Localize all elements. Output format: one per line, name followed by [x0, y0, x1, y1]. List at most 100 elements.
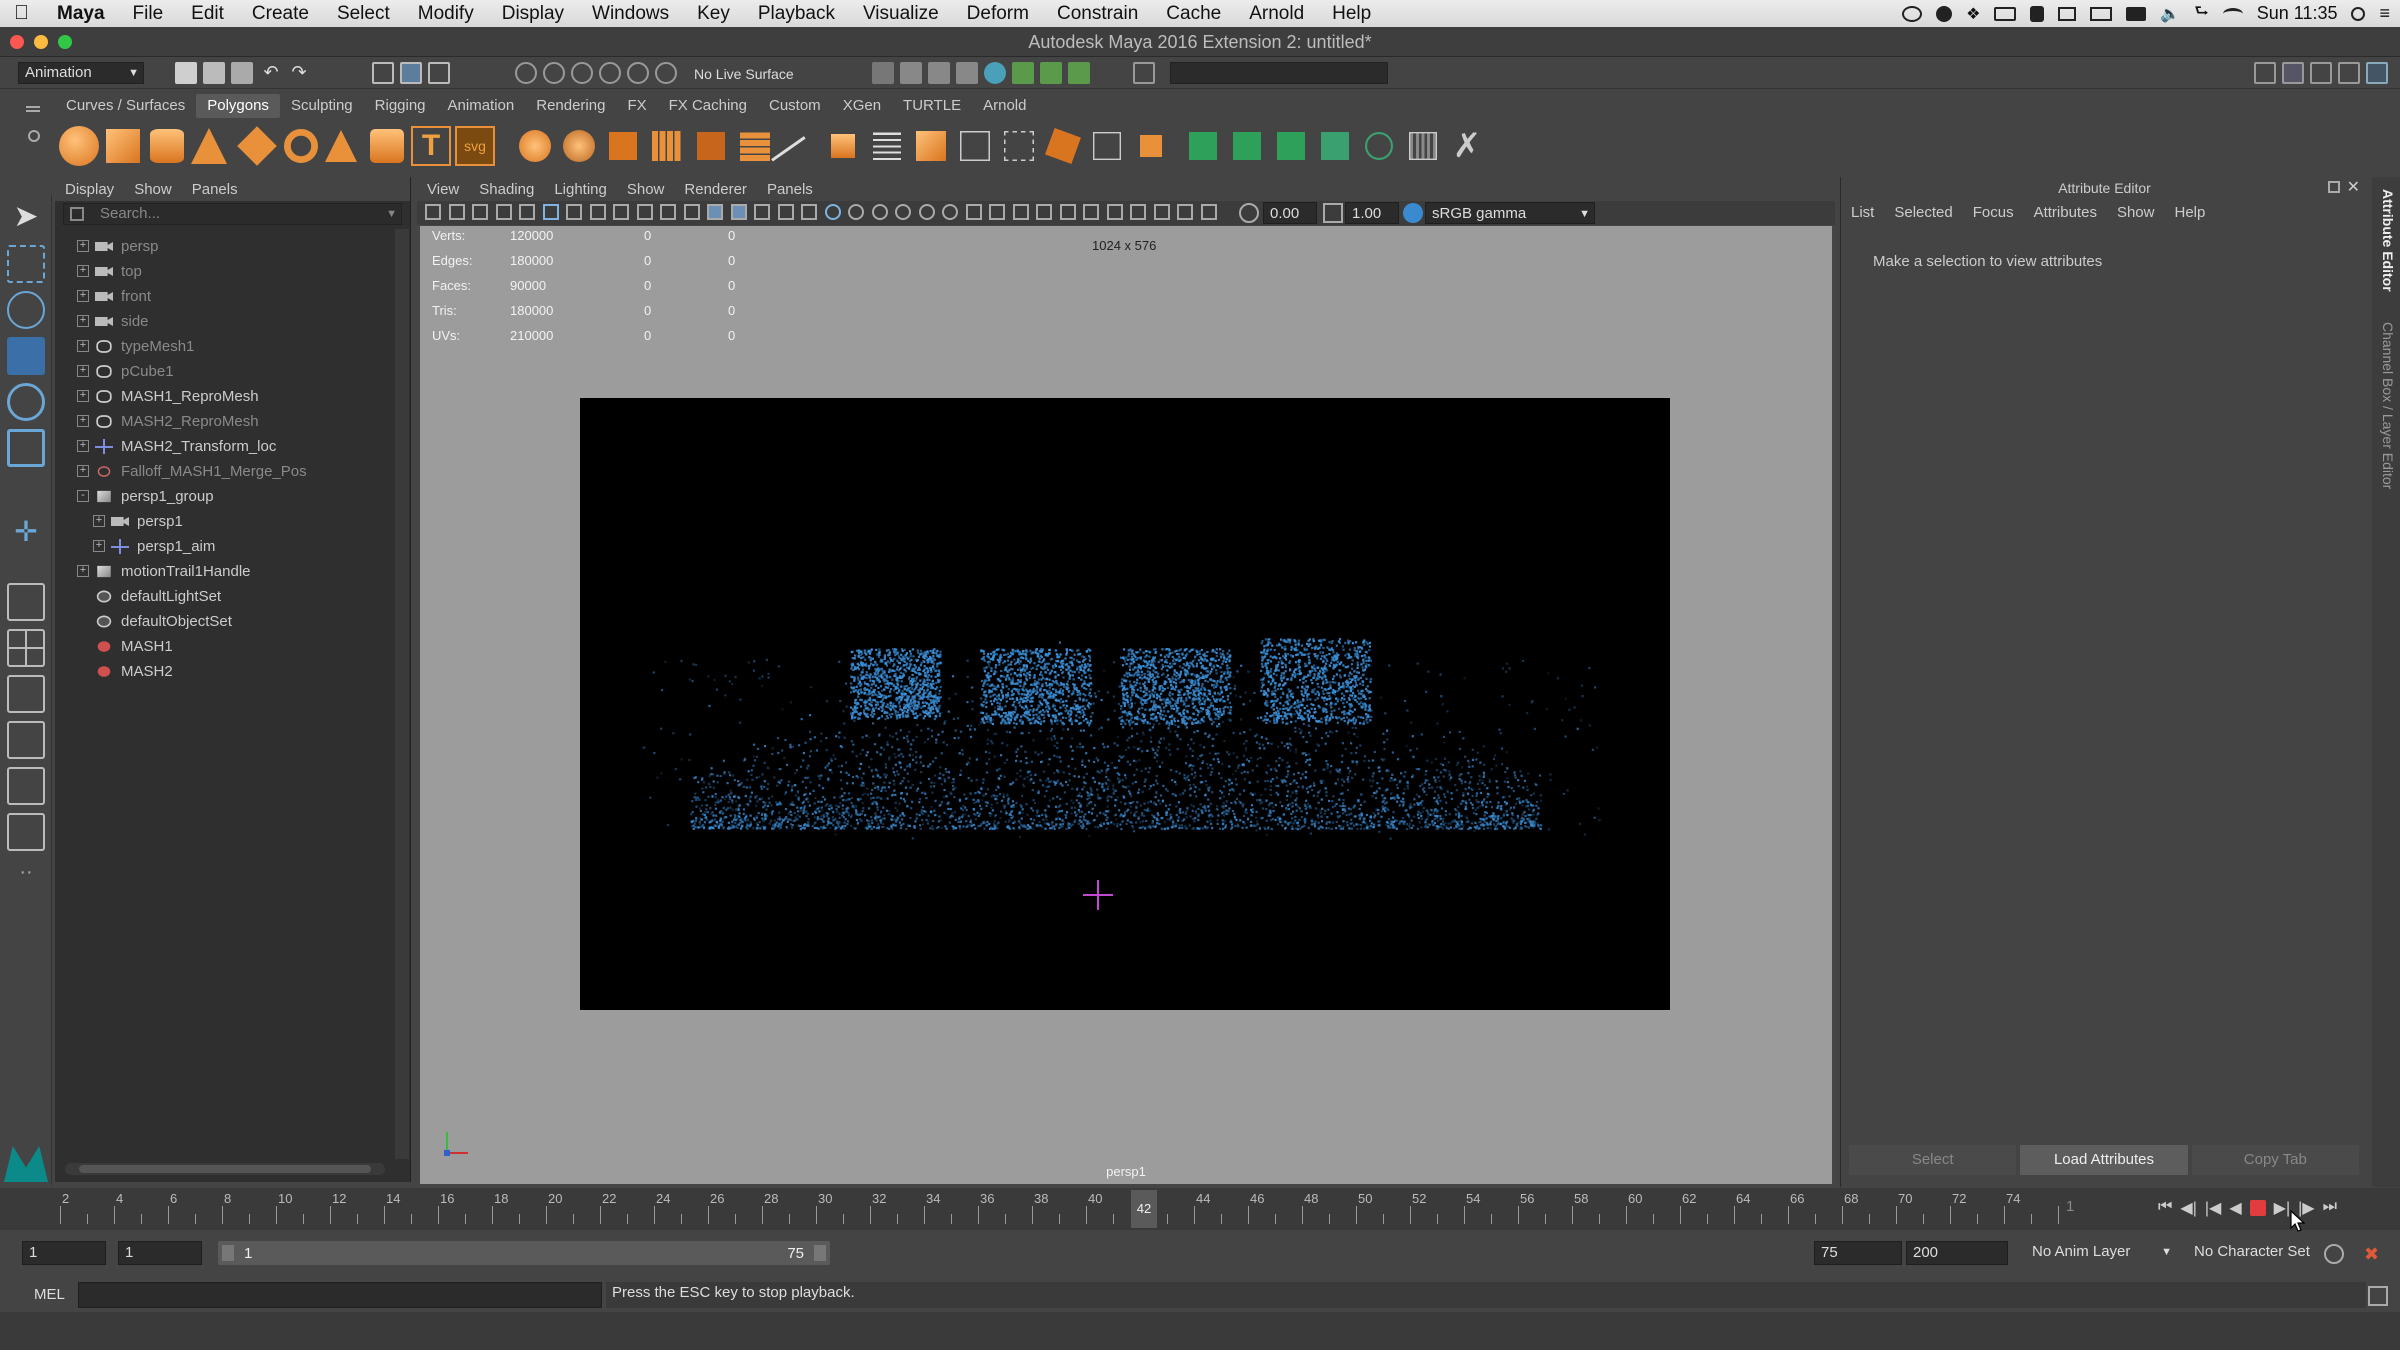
moon-icon[interactable] [1936, 5, 1953, 22]
viewport-tool-icon[interactable] [1200, 204, 1217, 220]
move-tool-icon[interactable] [7, 337, 45, 375]
expand-icon[interactable]: + [93, 515, 105, 527]
poly-cylinder-icon[interactable] [150, 129, 184, 163]
snap-view-icon[interactable] [599, 62, 621, 84]
render-settings-icon[interactable] [956, 62, 978, 84]
side-pane-icon[interactable] [7, 675, 45, 713]
display-icon[interactable] [2090, 6, 2113, 21]
shelf-tab-rigging[interactable]: Rigging [364, 94, 437, 118]
insert-loop-icon[interactable] [960, 131, 990, 161]
four-pane-icon[interactable] [7, 629, 45, 667]
open-scene-icon[interactable] [203, 62, 225, 84]
menu-constrain[interactable]: Constrain [1043, 3, 1152, 25]
poly-cube-icon[interactable] [106, 129, 140, 163]
poly-type-icon[interactable]: T [411, 126, 451, 166]
single-pane-icon[interactable] [7, 583, 45, 621]
outliner-item[interactable]: + persp1 [55, 509, 395, 534]
menu-arnold[interactable]: Arnold [1235, 3, 1318, 25]
shelf-tab-curves[interactable]: Curves / Surfaces [55, 94, 196, 118]
outliner-search-input[interactable]: Search... ▼ [63, 203, 402, 225]
expand-icon[interactable]: + [77, 265, 89, 277]
close-window-button[interactable] [10, 35, 24, 49]
outliner-item[interactable]: + MASH2_ReproMesh [55, 409, 395, 434]
shelf-tab-arnold[interactable]: Arnold [972, 94, 1037, 118]
outliner-item[interactable]: + persp1_aim [55, 534, 395, 559]
menu-playback[interactable]: Playback [744, 3, 849, 25]
poly-svg-icon[interactable]: svg [455, 126, 495, 166]
notification-icon[interactable]: ≡ [2379, 3, 2390, 24]
menu-visualize[interactable]: Visualize [849, 3, 953, 25]
expand-icon[interactable]: + [77, 340, 89, 352]
mirror-icon[interactable] [740, 131, 770, 161]
viewport-tool-icon[interactable] [918, 204, 935, 220]
uv-layout-icon[interactable] [1409, 132, 1437, 160]
viewport-tool-icon[interactable] [495, 204, 512, 220]
uv-unfold-icon[interactable] [1365, 132, 1393, 160]
snap-grid-icon[interactable] [515, 62, 537, 84]
expand-icon[interactable]: + [77, 290, 89, 302]
expand-icon[interactable]: + [77, 240, 89, 252]
viewport-tool-icon[interactable] [989, 204, 1005, 220]
zoom-window-button[interactable] [58, 35, 72, 49]
poly-torus-icon[interactable] [284, 129, 318, 163]
shelf-menu-icon[interactable] [26, 106, 40, 112]
viewport-menu-shading[interactable]: Shading [469, 181, 544, 198]
render-frame-icon[interactable] [900, 62, 922, 84]
expand-icon[interactable]: + [77, 465, 89, 477]
select-tool-icon[interactable]: ➤ [7, 199, 45, 237]
outliner-hscroll-thumb[interactable] [79, 1165, 371, 1173]
scale-tool-icon[interactable] [7, 429, 45, 467]
poly-cone-icon[interactable] [191, 128, 227, 164]
merge-icon[interactable] [1140, 135, 1162, 157]
menu-windows[interactable]: Windows [578, 3, 683, 25]
poly-plane-icon[interactable] [237, 126, 277, 166]
menu-create[interactable]: Create [238, 3, 323, 25]
uv-auto-icon[interactable] [1321, 132, 1349, 160]
viewport-tool-icon[interactable] [589, 204, 606, 220]
shelf-tab-fx-caching[interactable]: FX Caching [658, 94, 758, 118]
quick-field[interactable] [1170, 62, 1388, 84]
outliner-item[interactable]: + pCube1 [55, 359, 395, 384]
viewport-tool-icon[interactable] [871, 204, 888, 220]
poly-pipe-icon[interactable] [370, 129, 404, 163]
rotate-tool-icon[interactable] [7, 383, 45, 421]
outliner-item[interactable]: MASH1 [55, 634, 395, 659]
arnold-ipr-icon[interactable] [1040, 62, 1062, 84]
live-surface-label[interactable]: No Live Surface [694, 66, 794, 82]
snap-point-icon[interactable] [571, 62, 593, 84]
viewport-tool-icon[interactable] [1083, 204, 1099, 220]
hypershade-icon[interactable] [984, 62, 1006, 84]
viewport-tool-icon[interactable] [1012, 204, 1029, 220]
outliner-menu-show[interactable]: Show [124, 181, 182, 198]
dropbox-icon[interactable]: ❖ [1966, 4, 1980, 24]
viewport-tool-icon[interactable] [895, 204, 911, 220]
color-space-dropdown[interactable]: sRGB gamma ▼ [1425, 202, 1595, 224]
viewport-tool-icon[interactable] [824, 204, 841, 220]
exposure-icon[interactable] [1239, 203, 1259, 223]
wifi-icon[interactable] [2222, 7, 2243, 20]
outliner-item[interactable]: + MASH1_ReproMesh [55, 384, 395, 409]
viewport-menu-view[interactable]: View [417, 181, 469, 198]
outliner-item[interactable]: + side [55, 309, 395, 334]
viewport-tool-icon[interactable] [942, 204, 958, 220]
creative-cloud-icon[interactable] [1902, 5, 1923, 22]
save-scene-icon[interactable] [231, 62, 253, 84]
expand-icon[interactable]: + [77, 390, 89, 402]
menu-help[interactable]: Help [1318, 3, 1385, 25]
viewport-menu-renderer[interactable]: Renderer [674, 181, 757, 198]
menu-set-dropdown[interactable]: Animation ▼ [18, 62, 144, 84]
poly-prism-icon[interactable] [325, 130, 357, 162]
viewport-tool-icon[interactable] [636, 204, 653, 220]
lasso-tool-icon[interactable] [7, 245, 45, 283]
shelf-tab-turtle[interactable]: TURTLE [892, 94, 972, 118]
outliner-menu-display[interactable]: Display [55, 181, 124, 198]
viewport-menu-show[interactable]: Show [617, 181, 675, 198]
bluetooth-icon[interactable]: ⮑ [2194, 0, 2208, 27]
expand-icon[interactable]: + [77, 440, 89, 452]
viewport-menu-lighting[interactable]: Lighting [544, 181, 617, 198]
menu-deform[interactable]: Deform [953, 3, 1043, 25]
workspace-icon-5[interactable] [2366, 62, 2388, 84]
uv-planar-icon[interactable] [1189, 132, 1217, 160]
extrude-icon[interactable] [831, 134, 855, 158]
extract-icon[interactable] [609, 132, 637, 160]
